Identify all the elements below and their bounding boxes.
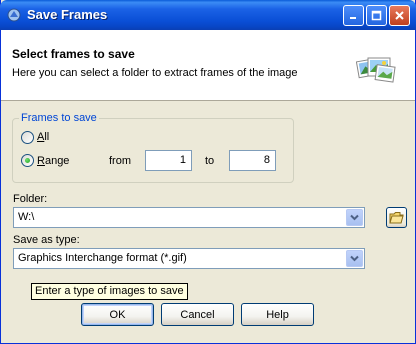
minimize-icon <box>350 17 356 19</box>
folder-combobox[interactable]: W:\ <box>13 207 365 228</box>
header-title: Select frames to save <box>12 47 135 61</box>
folder-value: W:\ <box>18 211 35 223</box>
header-panel: Select frames to save Here you can selec… <box>1 30 415 101</box>
save-type-combobox[interactable]: Graphics Interchange format (*.gif) <box>13 248 365 269</box>
save-frames-dialog: Save Frames Select frames to save Here y… <box>0 0 416 344</box>
range-radio-dot <box>25 158 30 163</box>
chevron-down-icon <box>350 255 359 262</box>
browse-folder-button[interactable] <box>386 207 407 228</box>
to-input[interactable]: 8 <box>229 150 276 171</box>
close-button[interactable] <box>389 5 410 26</box>
save-type-dropdown-button[interactable] <box>346 250 363 267</box>
all-label[interactable]: All <box>37 131 49 143</box>
tooltip: Enter a type of images to save <box>31 283 188 300</box>
help-button[interactable]: Help <box>241 303 314 326</box>
cancel-button[interactable]: Cancel <box>161 303 234 326</box>
chevron-down-icon <box>350 214 359 221</box>
minimize-button[interactable] <box>343 5 364 26</box>
window-title: Save Frames <box>27 7 108 22</box>
photos-icon <box>356 57 396 83</box>
range-label[interactable]: Range <box>37 155 69 167</box>
header-subtitle: Here you can select a folder to extract … <box>12 67 298 79</box>
app-icon <box>7 8 21 22</box>
title-bar[interactable]: Save Frames <box>0 0 416 30</box>
maximize-icon <box>371 10 382 21</box>
maximize-button[interactable] <box>366 5 387 26</box>
save-type-value: Graphics Interchange format (*.gif) <box>18 252 187 264</box>
folder-icon <box>389 212 404 224</box>
frames-legend: Frames to save <box>19 112 99 124</box>
save-type-label: Save as type: <box>13 234 80 246</box>
from-input[interactable]: 1 <box>145 150 192 171</box>
all-radio[interactable] <box>21 131 34 144</box>
folder-label: Folder: <box>13 193 48 205</box>
from-label: from <box>109 155 131 167</box>
range-radio[interactable] <box>21 154 34 167</box>
ok-button[interactable]: OK <box>81 303 154 326</box>
to-label: to <box>205 155 215 167</box>
folder-dropdown-button[interactable] <box>346 209 363 226</box>
close-icon <box>395 11 404 20</box>
